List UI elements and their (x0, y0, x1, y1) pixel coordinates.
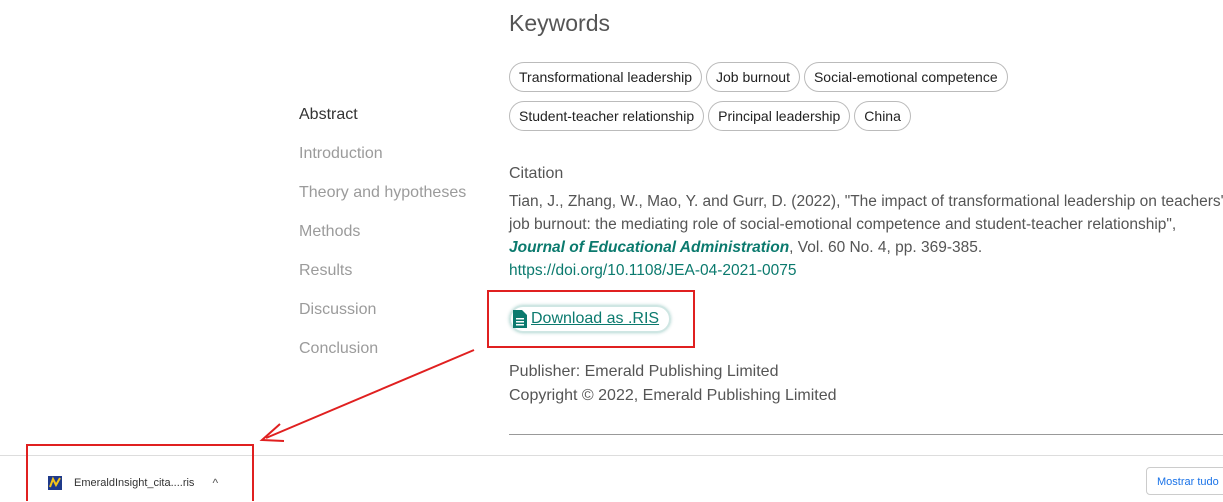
toc-item-theory[interactable]: Theory and hypotheses (299, 182, 466, 221)
keyword-chip[interactable]: China (854, 101, 911, 131)
keywords-row-2: Student-teacher relationship Principal l… (509, 101, 911, 131)
toc-item-introduction[interactable]: Introduction (299, 143, 466, 182)
toc-item-conclusion[interactable]: Conclusion (299, 338, 466, 377)
downloaded-file-item[interactable]: EmeraldInsight_cita....ris ^ (48, 476, 218, 490)
keyword-chip[interactable]: Job burnout (706, 62, 800, 92)
publisher-info: Publisher: Emerald Publishing Limited Co… (509, 360, 837, 408)
section-divider (509, 434, 1223, 435)
file-icon (48, 476, 62, 490)
toc-item-methods[interactable]: Methods (299, 221, 466, 260)
annotation-download-box (26, 444, 254, 501)
annotation-highlight-box (487, 290, 695, 348)
citation-authors-title: Tian, J., Zhang, W., Mao, Y. and Gurr, D… (509, 193, 1223, 233)
downloaded-file-name: EmeraldInsight_cita....ris (74, 477, 195, 489)
citation-heading: Citation (509, 165, 564, 182)
keyword-chip[interactable]: Social-emotional competence (803, 62, 1008, 92)
table-of-contents: Abstract Introduction Theory and hypothe… (299, 104, 466, 377)
toc-item-discussion[interactable]: Discussion (299, 299, 466, 338)
toc-item-results[interactable]: Results (299, 260, 466, 299)
doi-link[interactable]: https://doi.org/10.1108/JEA-04-2021-0075 (509, 259, 1223, 282)
chevron-up-icon[interactable]: ^ (212, 476, 218, 490)
journal-link[interactable]: Journal of Educational Administration (509, 239, 789, 256)
keyword-chip[interactable]: Principal leadership (708, 101, 851, 131)
copyright-line: Copyright © 2022, Emerald Publishing Lim… (509, 387, 837, 404)
show-all-downloads-button[interactable]: Mostrar tudo (1146, 467, 1223, 495)
citation-volume: , Vol. 60 No. 4, pp. 369-385. (789, 239, 983, 256)
publisher-line: Publisher: Emerald Publishing Limited (509, 363, 779, 380)
citation-text: Tian, J., Zhang, W., Mao, Y. and Gurr, D… (509, 190, 1223, 282)
keyword-chip[interactable]: Transformational leadership (509, 62, 703, 92)
toc-item-abstract[interactable]: Abstract (299, 104, 466, 143)
keywords-row-1: Transformational leadership Job burnout … (509, 62, 1008, 92)
keywords-heading: Keywords (509, 10, 610, 36)
keyword-chip[interactable]: Student-teacher relationship (509, 101, 705, 131)
